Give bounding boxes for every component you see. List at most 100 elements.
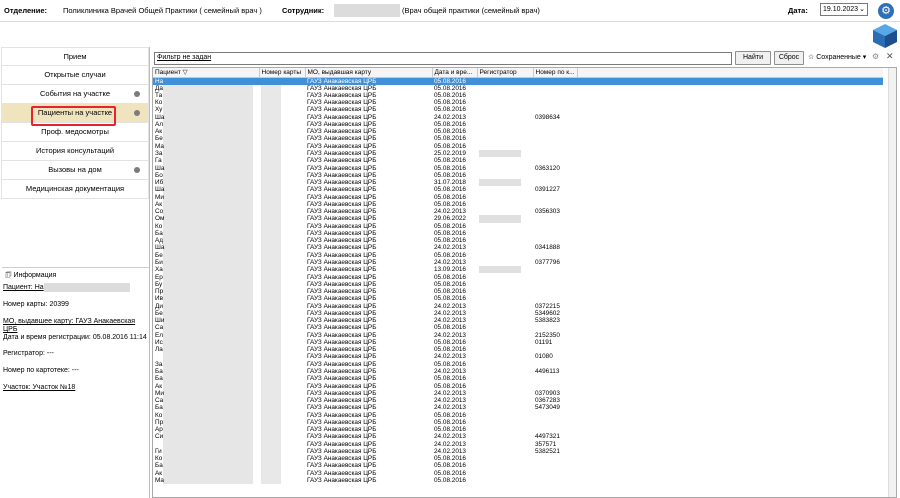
table-row[interactable]: Бе ГАУЗ Анакаевская ЦРБ 05.08.2016	[153, 135, 883, 143]
reset-button[interactable]: Сброс	[774, 51, 804, 65]
table-row[interactable]: За ГАУЗ Анакаевская ЦРБ 25.02.2019	[153, 149, 883, 158]
table-row[interactable]: Ху ГАУЗ Анакаевская ЦРБ 05.08.2016	[153, 106, 883, 114]
table-row[interactable]: Ша ГАУЗ Анакаевская ЦРБ 05.08.2016 0363120	[153, 164, 883, 172]
cell-empty	[577, 448, 883, 455]
close-icon[interactable]: ✕	[886, 51, 894, 62]
table-row[interactable]: Ма ГАУЗ Анакаевская ЦРБ 05.08.2016	[153, 142, 883, 150]
table-row[interactable]: Ив ГАУЗ Анакаевская ЦРБ 05.08.2016	[153, 295, 883, 303]
cell-empty	[577, 295, 883, 302]
cell-patient	[153, 353, 259, 361]
cell-mo: ГАУЗ Анакаевская ЦРБ	[307, 455, 377, 463]
info-area[interactable]: Участок: Участок №18	[3, 384, 75, 391]
table-row[interactable]: Ко ГАУЗ Анакаевская ЦРБ 05.08.2016	[153, 411, 883, 419]
table-row[interactable]: Ши ГАУЗ Анакаевская ЦРБ 24.02.2013 5383823	[153, 317, 883, 325]
table-row[interactable]: Ди ГАУЗ Анакаевская ЦРБ 24.02.2013 0372215	[153, 302, 883, 310]
table-row[interactable]: Ко ГАУЗ Анакаевская ЦРБ 05.08.2016	[153, 455, 883, 463]
cell-patient: Га	[153, 157, 259, 165]
table-row[interactable]: Ша ГАУЗ Анакаевская ЦРБ 24.02.2013 0341888	[153, 244, 883, 252]
table-row[interactable]: Ад ГАУЗ Анакаевская ЦРБ 05.08.2016	[153, 237, 883, 245]
sidebar-item-area-events[interactable]: События на участке	[1, 85, 149, 104]
info-mo-line2[interactable]: ЦРБ	[3, 326, 17, 333]
cell-card-number	[259, 353, 305, 361]
table-row[interactable]: Бу ГАУЗ Анакаевская ЦРБ 05.08.2016	[153, 280, 883, 288]
table-row[interactable]: Ба ГАУЗ Анакаевская ЦРБ 24.02.2013 5473049	[153, 404, 883, 412]
table-row[interactable]: Ша ГАУЗ Анакаевская ЦРБ 05.08.2016 0391227	[153, 186, 883, 194]
table-row[interactable]: Ко ГАУЗ Анакаевская ЦРБ 05.08.2016	[153, 99, 883, 107]
cell-card-number	[259, 389, 305, 397]
sidebar-item-open-cases[interactable]: Открытые случаи	[1, 66, 149, 85]
cell-file-number	[533, 157, 577, 164]
table-row[interactable]: Ел ГАУЗ Анакаевская ЦРБ 24.02.2013 2152350	[153, 331, 883, 339]
table-row[interactable]: Ла ГАУЗ Анакаевская ЦРБ 05.08.2016	[153, 346, 883, 354]
gear-icon[interactable]: ⚙	[878, 3, 894, 19]
table-row[interactable]: Ги ГАУЗ Анакаевская ЦРБ 24.02.2013 5382521	[153, 447, 883, 456]
table-row[interactable]: Ко ГАУЗ Анакаевская ЦРБ 05.08.2016	[153, 222, 883, 230]
table-row[interactable]: Бе ГАУЗ Анакаевская ЦРБ 05.08.2016	[153, 251, 883, 259]
table-row[interactable]: Ак ГАУЗ Анакаевская ЦРБ 05.08.2016	[153, 200, 883, 209]
info-mo-line1[interactable]: МО, выдавшее карту: ГАУЗ Анакаевская	[3, 318, 135, 325]
cell-mo: ГАУЗ Анакаевская ЦРБ	[307, 106, 377, 114]
table-row[interactable]: Ак ГАУЗ Анакаевская ЦРБ 05.08.2016	[153, 469, 883, 477]
table-row[interactable]: Ша ГАУЗ Анакаевская ЦРБ 24.02.2013 0398634	[153, 113, 883, 121]
header-registrar[interactable]: Регистратор	[477, 68, 534, 78]
date-picker[interactable]: 19.10.2023 ⌄	[820, 3, 868, 16]
table-row[interactable]: Ба ГАУЗ Анакаевская ЦРБ 05.08.2016	[153, 375, 883, 383]
find-button[interactable]: Найти	[735, 51, 771, 65]
table-row[interactable]: Бо ГАУЗ Анакаевская ЦРБ 05.08.2016	[153, 171, 883, 179]
table-row[interactable]: Га ГАУЗ Анакаевская ЦРБ 05.08.2016	[153, 157, 883, 165]
table-row[interactable]: За ГАУЗ Анакаевская ЦРБ 05.08.2016	[153, 360, 883, 368]
table-row[interactable]: Ми ГАУЗ Анакаевская ЦРБ 24.02.2013 0370903	[153, 389, 883, 397]
table-row[interactable]: Ак ГАУЗ Анакаевская ЦРБ 05.08.2016	[153, 128, 883, 136]
header-file-number[interactable]: Номер по к...	[533, 68, 578, 78]
cell-mo: ГАУЗ Анакаевская ЦРБ	[307, 157, 377, 165]
cell-date: 24.02.2013	[434, 331, 466, 339]
table-row[interactable]: Ар ГАУЗ Анакаевская ЦРБ 05.08.2016	[153, 425, 883, 434]
table-row[interactable]: Са ГАУЗ Анакаевская ЦРБ 05.08.2016	[153, 324, 883, 332]
cell-file-number: 5473049	[535, 404, 560, 412]
saved-filters-button[interactable]: ☆ Сохраненные ▾	[808, 53, 866, 61]
sidebar-item-home-visits[interactable]: Вызовы на дом	[1, 161, 149, 180]
cell-patient: За	[153, 149, 259, 158]
table-row[interactable]: Си ГАУЗ Анакаевская ЦРБ 24.02.2013 4497321	[153, 433, 883, 441]
table-row[interactable]: Ба ГАУЗ Анакаевская ЦРБ 24.02.2013 4496113	[153, 367, 883, 376]
cell-date: 24.02.2013	[434, 302, 466, 310]
table-row[interactable]: Со ГАУЗ Анакаевская ЦРБ 24.02.2013 0356303	[153, 208, 883, 216]
cell-empty	[577, 85, 883, 92]
table-row[interactable]: Ер ГАУЗ Анакаевская ЦРБ 05.08.2016	[153, 273, 883, 281]
table-row[interactable]: Ис ГАУЗ Анакаевская ЦРБ 05.08.2016 01191	[153, 338, 883, 347]
table-row[interactable]: Иб ГАУЗ Анакаевская ЦРБ 31.07.2018	[153, 178, 883, 187]
filter-input[interactable]: Фильтр не задан	[154, 52, 732, 65]
table-row[interactable]: Ба ГАУЗ Анакаевская ЦРБ 05.08.2016	[153, 462, 883, 470]
sidebar-item-consultations[interactable]: История консультаций	[1, 142, 149, 161]
header-card-number[interactable]: Номер карты	[259, 68, 306, 78]
table-row[interactable]: Би ГАУЗ Анакаевская ЦРБ 24.02.2013 0377796	[153, 258, 883, 267]
sidebar-item-label: Открытые случаи	[44, 70, 106, 79]
table-row[interactable]: Са ГАУЗ Анакаевская ЦРБ 24.02.2013 0367283	[153, 396, 883, 405]
header-patient[interactable]: Пациент ▽	[153, 68, 260, 78]
sidebar-item-medical-docs[interactable]: Медицинская документация	[1, 180, 149, 199]
table-row[interactable]: Бе ГАУЗ Анакаевская ЦРБ 24.02.2013 5349602	[153, 309, 883, 317]
table-row[interactable]: ГАУЗ Анакаевская ЦРБ 24.02.2013 357571	[153, 440, 883, 448]
settings-icon[interactable]: ⚙	[872, 52, 879, 61]
vertical-scrollbar[interactable]	[888, 68, 896, 497]
sidebar-item-label: История консультаций	[35, 146, 115, 155]
table-row[interactable]: Пр ГАУЗ Анакаевская ЦРБ 05.08.2016	[153, 287, 883, 296]
table-row[interactable]: Та ГАУЗ Анакаевская ЦРБ 05.08.2016	[153, 91, 883, 100]
cell-file-number	[533, 266, 577, 273]
table-row[interactable]: Ха ГАУЗ Анакаевская ЦРБ 13.09.2016	[153, 266, 883, 274]
header-date[interactable]: Дата и вре...	[432, 68, 478, 78]
table-row[interactable]: Ми ГАУЗ Анакаевская ЦРБ 05.08.2016	[153, 193, 883, 201]
table-row[interactable]: Да ГАУЗ Анакаевская ЦРБ 05.08.2016	[153, 84, 883, 92]
table-row[interactable]: Ак ГАУЗ Анакаевская ЦРБ 05.08.2016	[153, 382, 883, 390]
table-row[interactable]: Ал ГАУЗ Анакаевская ЦРБ 05.08.2016	[153, 120, 883, 129]
cell-date: 05.08.2016	[434, 99, 466, 107]
header-mo[interactable]: МО, выдавшая карту	[305, 68, 433, 78]
sidebar-item-reception[interactable]: Прием	[1, 47, 149, 66]
table-row[interactable]: Ма ГАУЗ Анакаевская ЦРБ 05.08.2016	[153, 476, 883, 485]
info-patient[interactable]: Пациент: На	[3, 284, 44, 291]
table-row[interactable]: Ба ГАУЗ Анакаевская ЦРБ 05.08.2016	[153, 229, 883, 238]
table-row[interactable]: ГАУЗ Анакаевская ЦРБ 24.02.2013 01080	[153, 353, 883, 361]
table-row[interactable]: Ом ГАУЗ Анакаевская ЦРБ 29.06.2022	[153, 215, 883, 223]
table-row[interactable]: На ГАУЗ Анакаевская ЦРБ 05.08.2016	[153, 77, 883, 85]
table-row[interactable]: Пр ГАУЗ Анакаевская ЦРБ 05.08.2016	[153, 418, 883, 426]
